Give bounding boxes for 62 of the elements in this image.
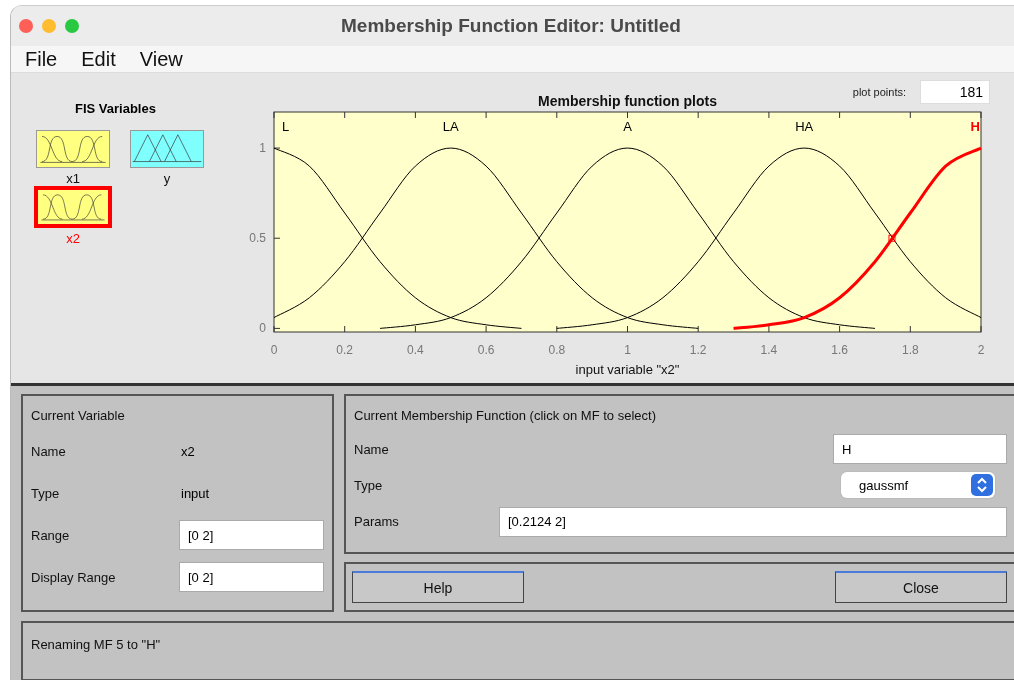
fis-variables-title: FIS Variables bbox=[75, 101, 157, 116]
dialog-button[interactable]: Help bbox=[352, 571, 524, 603]
zoom-button[interactable] bbox=[65, 19, 79, 34]
curve-label[interactable]: L bbox=[282, 119, 290, 134]
x-tick-label: 0.6 bbox=[477, 343, 495, 357]
field-label: Type bbox=[31, 486, 61, 502]
menu-item[interactable]: File bbox=[25, 47, 58, 71]
field-label: Display Range bbox=[31, 569, 117, 585]
x-tick-label: 0 bbox=[270, 343, 278, 357]
plot-points-field[interactable]: 181 bbox=[920, 80, 990, 104]
x-tick-label: 0.2 bbox=[336, 343, 354, 357]
dialog-button[interactable]: Close bbox=[835, 571, 1007, 603]
y-tick-label: 1 bbox=[259, 141, 266, 156]
membership-curve[interactable] bbox=[556, 147, 982, 329]
membership-curve[interactable] bbox=[273, 147, 699, 329]
chart-title: Membership function plots bbox=[538, 93, 717, 109]
curve-label[interactable]: H bbox=[970, 119, 980, 134]
name-field[interactable]: H bbox=[833, 434, 1007, 465]
plot-points-label: plot points: bbox=[852, 86, 906, 98]
field-label: Params bbox=[354, 514, 399, 530]
membership-curve[interactable] bbox=[733, 146, 982, 330]
menu-item[interactable]: View bbox=[139, 47, 183, 71]
field-label: Name bbox=[354, 441, 389, 457]
curve-label[interactable]: A bbox=[623, 119, 632, 134]
variable-name: x1 bbox=[66, 171, 80, 186]
panel-title: Current Variable bbox=[31, 408, 126, 423]
input-field[interactable]: [0 2] bbox=[179, 520, 324, 551]
type-dropdown[interactable]: gaussmf bbox=[841, 472, 995, 499]
membership-variable-icon[interactable] bbox=[36, 130, 110, 168]
membership-curve[interactable] bbox=[379, 147, 876, 329]
menu-item[interactable]: Edit bbox=[81, 47, 116, 71]
x-axis-label: input variable "x2" bbox=[575, 362, 680, 377]
x-tick-label: 1.6 bbox=[831, 343, 848, 357]
status-message: Renaming MF 5 to "H" bbox=[31, 637, 161, 652]
membership-variable-icon[interactable] bbox=[130, 130, 204, 168]
field-label: Name bbox=[31, 444, 67, 460]
x-tick-label: 0.4 bbox=[407, 343, 424, 357]
x-tick-label: 1 bbox=[624, 343, 631, 357]
field-value: input bbox=[181, 486, 210, 502]
field-label: Type bbox=[354, 478, 383, 493]
x-tick-label: 1.4 bbox=[760, 343, 778, 357]
window-title: Membership Function Editor: Untitled bbox=[340, 15, 682, 38]
params-field[interactable]: [0.2124 2] bbox=[499, 506, 1007, 537]
variable-name: y bbox=[163, 171, 171, 186]
membership-variable-icon[interactable] bbox=[34, 186, 112, 228]
curve-label[interactable]: HA bbox=[795, 119, 814, 134]
x-tick-label: 2 bbox=[977, 343, 985, 357]
close-button[interactable] bbox=[19, 19, 33, 34]
field-value: x2 bbox=[181, 444, 195, 460]
dropdown-arrows-icon bbox=[971, 474, 993, 497]
variable-name: x2 bbox=[66, 231, 80, 246]
y-tick-label: 0.5 bbox=[249, 231, 266, 246]
x-tick-label: 0.8 bbox=[548, 343, 566, 357]
input-field[interactable]: [0 2] bbox=[179, 562, 324, 593]
x-tick-label: 1.2 bbox=[689, 343, 707, 357]
panel-title: Current Membership Function (click on MF to select) bbox=[354, 408, 657, 423]
field-label: Range bbox=[31, 527, 71, 543]
curve-label[interactable]: LA bbox=[442, 119, 459, 134]
membership-curve[interactable] bbox=[273, 147, 522, 329]
selection-handle[interactable] bbox=[888, 234, 896, 242]
x-tick-label: 1.8 bbox=[901, 343, 919, 357]
y-tick-label: 0 bbox=[259, 321, 266, 336]
